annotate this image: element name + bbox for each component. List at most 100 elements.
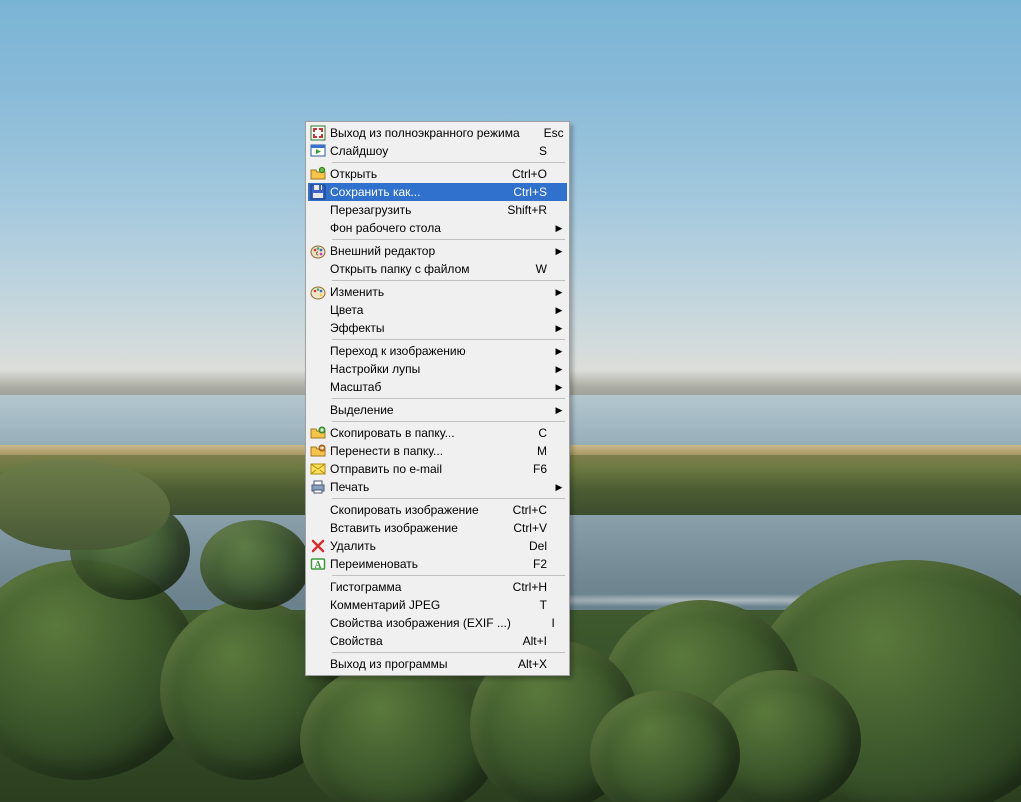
menu-item-label: Гистограмма [328, 580, 503, 594]
palette2-icon [308, 283, 328, 301]
menu-item-shortcut: F6 [503, 462, 553, 476]
menu-item[interactable]: Изменить ▶ [308, 283, 567, 301]
menu-item-label: Удалить [328, 539, 503, 553]
menu-item[interactable]: Скопировать в папку...C [308, 424, 567, 442]
menu-item-shortcut: S [503, 144, 553, 158]
menu-item-shortcut: W [503, 262, 553, 276]
menu-item[interactable]: Выход из полноэкранного режимаEsc [308, 124, 567, 142]
menu-item-label: Открыть [328, 167, 503, 181]
menu-separator [332, 421, 565, 422]
menu-item[interactable]: ПереименоватьF2 [308, 555, 567, 573]
menu-item-label: Печать [328, 480, 503, 494]
submenu-arrow-icon: ▶ [553, 223, 567, 234]
menu-item-shortcut: Alt+I [503, 634, 553, 648]
menu-item-label: Переименовать [328, 557, 503, 571]
menu-item[interactable]: СлайдшоуS [308, 142, 567, 160]
menu-item[interactable]: Вставить изображениеCtrl+V [308, 519, 567, 537]
menu-item-label: Настройки лупы [328, 362, 503, 376]
fullscreen-image-background: Выход из полноэкранного режимаEscСлайдшо… [0, 0, 1021, 802]
slideshow-icon [308, 142, 328, 160]
menu-item-shortcut: Ctrl+V [503, 521, 553, 535]
menu-item-shortcut: Ctrl+H [503, 580, 553, 594]
menu-item-label: Отправить по e-mail [328, 462, 503, 476]
blank-icon [308, 519, 328, 537]
menu-item[interactable]: Переход к изображению ▶ [308, 342, 567, 360]
menu-item[interactable]: Сохранить как...Ctrl+S [308, 183, 567, 201]
blank-icon [308, 655, 328, 673]
menu-item[interactable]: Масштаб ▶ [308, 378, 567, 396]
blank-icon [308, 342, 328, 360]
menu-item-label: Выход из программы [328, 657, 503, 671]
menu-item-label: Сохранить как... [328, 185, 503, 199]
submenu-arrow-icon: ▶ [553, 346, 567, 357]
fullscreen-exit-icon [308, 124, 328, 142]
menu-item-label: Открыть папку с файлом [328, 262, 503, 276]
menu-item[interactable]: Фон рабочего стола ▶ [308, 219, 567, 237]
menu-item[interactable]: Скопировать изображениеCtrl+C [308, 501, 567, 519]
open-icon [308, 165, 328, 183]
menu-item[interactable]: Выход из программыAlt+X [308, 655, 567, 673]
menu-item-label: Вставить изображение [328, 521, 503, 535]
menu-item-label: Слайдшоу [328, 144, 503, 158]
menu-item[interactable]: Открыть папку с файломW [308, 260, 567, 278]
menu-separator [332, 339, 565, 340]
menu-item-label: Перезагрузить [328, 203, 503, 217]
menu-item[interactable]: ГистограммаCtrl+H [308, 578, 567, 596]
menu-item[interactable]: Эффекты▶ [308, 319, 567, 337]
menu-separator [332, 498, 565, 499]
menu-separator [332, 162, 565, 163]
blank-icon [308, 378, 328, 396]
blank-icon [308, 614, 328, 632]
moveto-icon [308, 442, 328, 460]
menu-item-label: Фон рабочего стола [328, 221, 503, 235]
menu-item-label: Переход к изображению [328, 344, 503, 358]
menu-item[interactable]: ПерезагрузитьShift+R [308, 201, 567, 219]
print-icon [308, 478, 328, 496]
menu-item-shortcut: T [503, 598, 553, 612]
menu-item[interactable]: Комментарий JPEGT [308, 596, 567, 614]
submenu-arrow-icon: ▶ [553, 323, 567, 334]
menu-item[interactable]: Отправить по e-mailF6 [308, 460, 567, 478]
menu-item-label: Комментарий JPEG [328, 598, 503, 612]
menu-separator [332, 239, 565, 240]
blank-icon [308, 632, 328, 650]
blank-icon [308, 260, 328, 278]
menu-item[interactable]: Выделение▶ [308, 401, 567, 419]
blank-icon [308, 319, 328, 337]
copyto-icon [308, 424, 328, 442]
submenu-arrow-icon: ▶ [553, 287, 567, 298]
menu-item-label: Масштаб [328, 380, 503, 394]
menu-item[interactable]: Внешний редактор▶ [308, 242, 567, 260]
submenu-arrow-icon: ▶ [553, 382, 567, 393]
menu-item[interactable]: Свойства изображения (EXIF ...)I [308, 614, 567, 632]
menu-item[interactable]: Перенести в папку...M [308, 442, 567, 460]
menu-item-label: Выход из полноэкранного режима [328, 126, 520, 140]
blank-icon [308, 578, 328, 596]
menu-separator [332, 652, 565, 653]
menu-item-shortcut: F2 [503, 557, 553, 571]
submenu-arrow-icon: ▶ [553, 305, 567, 316]
menu-item-label: Свойства изображения (EXIF ...) [328, 616, 511, 630]
menu-item-shortcut: Ctrl+C [503, 503, 553, 517]
menu-item-label: Изменить [328, 285, 503, 299]
menu-item-label: Свойства [328, 634, 503, 648]
menu-item-label: Скопировать в папку... [328, 426, 503, 440]
menu-item[interactable]: ОткрытьCtrl+O [308, 165, 567, 183]
tree-cluster [200, 520, 310, 610]
menu-item[interactable]: Настройки лупы▶ [308, 360, 567, 378]
menu-separator [332, 398, 565, 399]
blank-icon [308, 360, 328, 378]
menu-item-shortcut: M [503, 444, 553, 458]
menu-item-label: Внешний редактор [328, 244, 503, 258]
menu-item-shortcut: Ctrl+S [503, 185, 553, 199]
blank-icon [308, 201, 328, 219]
email-icon [308, 460, 328, 478]
menu-item[interactable]: Цвета ▶ [308, 301, 567, 319]
palette-icon [308, 242, 328, 260]
menu-item-shortcut: Esc [520, 126, 570, 140]
menu-item[interactable]: Печать▶ [308, 478, 567, 496]
context-menu: Выход из полноэкранного режимаEscСлайдшо… [305, 121, 570, 676]
menu-item[interactable]: СвойстваAlt+I [308, 632, 567, 650]
menu-item-label: Цвета [328, 303, 503, 317]
menu-item[interactable]: УдалитьDel [308, 537, 567, 555]
